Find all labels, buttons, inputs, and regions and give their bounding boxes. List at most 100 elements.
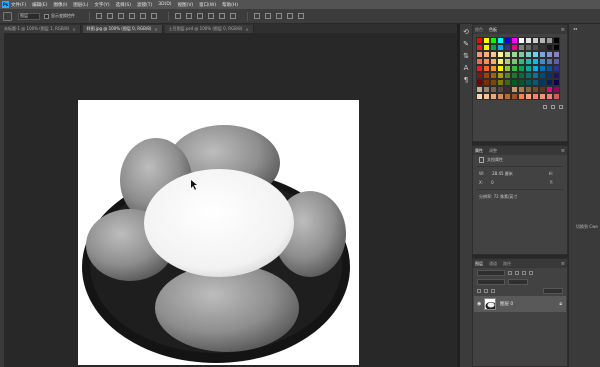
- color-swatch[interactable]: [483, 37, 490, 44]
- panel-menu-icon[interactable]: ≡: [561, 261, 565, 267]
- layer-row[interactable]: ◉ 图层 0 🔒︎: [474, 296, 566, 312]
- color-swatch[interactable]: [483, 72, 490, 79]
- color-swatch[interactable]: [511, 65, 518, 72]
- color-swatch[interactable]: [497, 86, 504, 93]
- tab-potato[interactable]: 土豆图层.psd @ 100% (图层 0, RGB/8) ×: [164, 25, 254, 33]
- eye-icon[interactable]: ◉: [477, 301, 484, 307]
- color-swatch[interactable]: [504, 44, 511, 51]
- color-swatch[interactable]: [546, 65, 553, 72]
- color-swatch[interactable]: [497, 44, 504, 51]
- canvas-workspace[interactable]: [4, 33, 457, 367]
- distribute-left-icon[interactable]: [208, 13, 214, 19]
- blend-mode-select[interactable]: [477, 278, 505, 285]
- color-swatch[interactable]: [497, 93, 504, 100]
- color-swatch[interactable]: [518, 72, 525, 79]
- color-swatch[interactable]: [553, 72, 560, 79]
- menu-image[interactable]: 图像(I): [53, 2, 67, 8]
- menu-type[interactable]: 文字(Y): [94, 2, 109, 8]
- color-swatch[interactable]: [476, 79, 483, 86]
- color-swatch[interactable]: [532, 93, 539, 100]
- lock-all-icon[interactable]: [491, 288, 495, 293]
- fill-field[interactable]: [543, 287, 563, 294]
- color-swatch[interactable]: [497, 51, 504, 58]
- history-icon[interactable]: ⟲: [462, 28, 470, 36]
- panel-menu-icon[interactable]: ≡: [561, 27, 565, 33]
- character-icon[interactable]: A: [462, 64, 470, 72]
- color-swatch[interactable]: [504, 72, 511, 79]
- color-swatch[interactable]: [532, 37, 539, 44]
- color-swatch[interactable]: [497, 65, 504, 72]
- 3d-rotate-icon[interactable]: [265, 13, 271, 19]
- color-swatch[interactable]: [553, 44, 560, 51]
- color-swatch[interactable]: [525, 51, 532, 58]
- color-swatch[interactable]: [546, 51, 553, 58]
- color-swatch[interactable]: [539, 44, 546, 51]
- layer-kind-filter[interactable]: [477, 269, 505, 276]
- color-swatch[interactable]: [490, 44, 497, 51]
- color-swatch[interactable]: [504, 37, 511, 44]
- new-swatch-icon[interactable]: [551, 105, 555, 109]
- color-swatch[interactable]: [525, 93, 532, 100]
- distribute-top-icon[interactable]: [175, 13, 181, 19]
- color-swatch[interactable]: [553, 86, 560, 93]
- color-swatch[interactable]: [525, 86, 532, 93]
- lock-position-icon[interactable]: [484, 288, 488, 293]
- color-swatch[interactable]: [476, 44, 483, 51]
- color-swatch[interactable]: [511, 44, 518, 51]
- color-swatch[interactable]: [511, 37, 518, 44]
- distribute-center-icon[interactable]: [219, 13, 225, 19]
- color-swatch[interactable]: [504, 58, 511, 65]
- filter-type-icon[interactable]: [522, 270, 526, 275]
- color-swatch[interactable]: [539, 51, 546, 58]
- color-swatch[interactable]: [518, 44, 525, 51]
- color-swatch[interactable]: [553, 93, 560, 100]
- move-tool-icon[interactable]: [3, 11, 12, 21]
- delete-icon[interactable]: [559, 105, 563, 109]
- color-swatch[interactable]: [490, 37, 497, 44]
- color-swatch[interactable]: [525, 65, 532, 72]
- tab-channels[interactable]: 通道: [489, 261, 497, 267]
- align-right-icon[interactable]: [151, 13, 157, 19]
- color-swatch[interactable]: [483, 79, 490, 86]
- new-folder-icon[interactable]: [543, 105, 547, 109]
- transform-controls-checkbox[interactable]: [44, 13, 49, 19]
- tab-paths[interactable]: 路径: [503, 261, 511, 267]
- color-swatch[interactable]: [476, 37, 483, 44]
- color-swatch[interactable]: [511, 51, 518, 58]
- color-swatch[interactable]: [539, 65, 546, 72]
- lock-icon[interactable]: 🔒︎: [559, 301, 562, 307]
- color-swatch[interactable]: [532, 65, 539, 72]
- photoshop-logo-icon[interactable]: Ps: [2, 1, 9, 8]
- color-swatch[interactable]: [483, 65, 490, 72]
- color-swatch[interactable]: [553, 58, 560, 65]
- menu-layer[interactable]: 图层(L): [73, 2, 88, 8]
- color-swatch[interactable]: [511, 58, 518, 65]
- color-swatch[interactable]: [546, 93, 553, 100]
- tab-layers[interactable]: 图层: [475, 261, 483, 267]
- color-swatch[interactable]: [539, 58, 546, 65]
- color-swatch[interactable]: [539, 93, 546, 100]
- brush-icon[interactable]: ✎: [462, 40, 470, 48]
- distribute-middle-icon[interactable]: [186, 13, 192, 19]
- opacity-field[interactable]: [508, 278, 528, 285]
- tab-properties[interactable]: 属性: [475, 148, 483, 154]
- align-left-icon[interactable]: [129, 13, 135, 19]
- color-swatch[interactable]: [546, 37, 553, 44]
- color-swatch[interactable]: [476, 93, 483, 100]
- color-swatch[interactable]: [490, 93, 497, 100]
- tab-adjustments[interactable]: 调整: [489, 148, 497, 154]
- distribute-bottom-icon[interactable]: [197, 13, 203, 19]
- color-swatch[interactable]: [553, 65, 560, 72]
- color-swatch[interactable]: [525, 37, 532, 44]
- color-swatch[interactable]: [504, 51, 511, 58]
- color-swatch[interactable]: [490, 72, 497, 79]
- tab-sample[interactable]: 样图.jpg @ 100% (图层 0, RGB/8) ×: [82, 25, 163, 33]
- color-swatch[interactable]: [532, 79, 539, 86]
- menu-3d[interactable]: 3D(D): [158, 2, 171, 7]
- color-swatch[interactable]: [525, 58, 532, 65]
- align-middle-icon[interactable]: [107, 13, 113, 19]
- color-swatch[interactable]: [518, 58, 525, 65]
- color-swatch[interactable]: [504, 93, 511, 100]
- color-swatch[interactable]: [532, 51, 539, 58]
- lock-pixels-icon[interactable]: [477, 288, 481, 293]
